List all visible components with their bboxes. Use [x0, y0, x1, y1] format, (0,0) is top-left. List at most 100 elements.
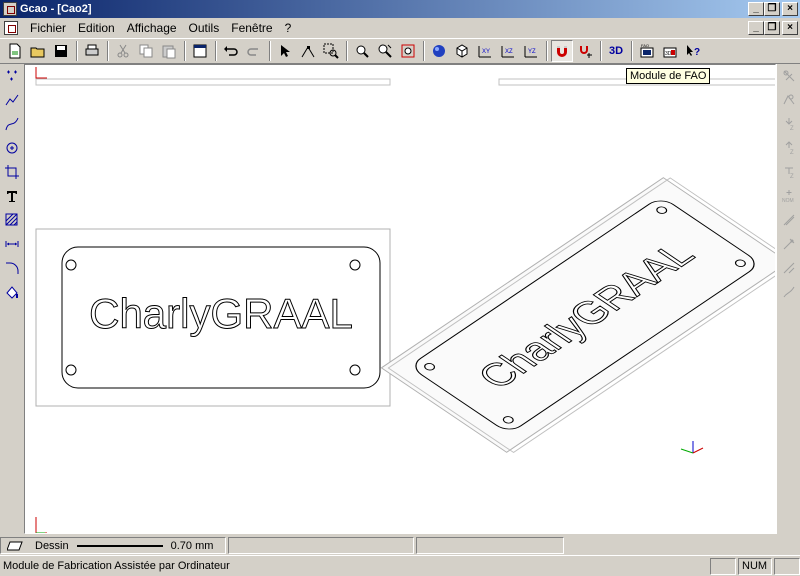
- context-help-icon[interactable]: ?: [682, 40, 704, 62]
- cad-viewport: CharlyGRAAL CharlyGRAAL: [35, 67, 775, 533]
- document-icon[interactable]: [4, 21, 18, 35]
- open-file-button[interactable]: [27, 40, 49, 62]
- line-style-preview: [76, 544, 163, 547]
- line-width-value: 0.70 mm: [170, 539, 214, 552]
- menu-fichier[interactable]: Fichier: [24, 21, 72, 35]
- layer-field[interactable]: Dessin 0.70 mm: [0, 537, 226, 554]
- tool-origin-icon[interactable]: NOM: [777, 184, 800, 208]
- menu-affichage[interactable]: Affichage: [121, 21, 183, 35]
- layer-icon: [7, 541, 23, 550]
- tooltip: Module de FAO: [626, 68, 711, 84]
- plate-text-2d: CharlyGRAAL: [89, 290, 353, 337]
- tool-plunge-z-icon[interactable]: Z: [777, 160, 800, 184]
- curve-tool-icon[interactable]: [0, 112, 24, 136]
- dimension-tool-icon[interactable]: [0, 232, 24, 256]
- restore-button[interactable]: ❐: [764, 2, 780, 16]
- plate-3d-view: CharlyGRAAL: [380, 177, 775, 454]
- text-tool-icon[interactable]: [0, 184, 24, 208]
- svg-text:Z: Z: [790, 126, 794, 132]
- contour-tool-icon[interactable]: [777, 88, 800, 112]
- zoom-extents-icon[interactable]: [397, 40, 419, 62]
- status-field-2: [228, 537, 414, 554]
- view-xy-icon[interactable]: XY: [474, 40, 496, 62]
- view-3d-button[interactable]: 3D: [605, 40, 627, 62]
- fao-3d-button[interactable]: 3D: [659, 40, 681, 62]
- paste-icon[interactable]: [158, 40, 180, 62]
- svg-text:YZ: YZ: [528, 49, 536, 55]
- minimize-button[interactable]: _: [748, 2, 764, 16]
- render-sphere-icon[interactable]: [428, 40, 450, 62]
- menu-bar: Fichier Edition Affichage Outils Fenêtre…: [0, 18, 800, 38]
- pocket-tool-icon[interactable]: [777, 64, 800, 88]
- fao-toolbar: Z Z Z NOM: [776, 64, 800, 534]
- caps-indicator: [710, 557, 736, 575]
- save-button[interactable]: [50, 40, 72, 62]
- menu-outils[interactable]: Outils: [183, 21, 226, 35]
- hatch-tool-icon[interactable]: [0, 208, 24, 232]
- engrave-tool-icon[interactable]: [777, 208, 800, 232]
- status-field-3: [416, 537, 564, 554]
- draw-toolbar: [0, 64, 24, 534]
- axis-marker-bottom: [35, 517, 47, 533]
- menu-fenetre[interactable]: Fenêtre: [225, 21, 278, 35]
- crop-tool-icon[interactable]: [0, 160, 24, 184]
- fao-module-button[interactable]: FAO: [636, 40, 658, 62]
- scroll-indicator: [774, 557, 800, 575]
- spline-tool-icon[interactable]: [777, 280, 800, 304]
- fill-tool-icon[interactable]: [0, 280, 24, 304]
- drawing-canvas[interactable]: CharlyGRAAL CharlyGRAAL: [24, 64, 776, 534]
- select-arrow-icon[interactable]: [274, 40, 296, 62]
- svg-text:Z: Z: [790, 174, 794, 180]
- node-edit-icon[interactable]: [297, 40, 319, 62]
- doc-close-button[interactable]: ×: [782, 21, 798, 35]
- svg-text:?: ?: [694, 47, 700, 58]
- drill-tool-icon[interactable]: [777, 232, 800, 256]
- zoom-dynamic-icon[interactable]: [374, 40, 396, 62]
- new-file-button[interactable]: [4, 40, 26, 62]
- redo-icon[interactable]: [243, 40, 265, 62]
- doc-restore-button[interactable]: ❐: [764, 21, 780, 35]
- svg-text:XY: XY: [482, 49, 490, 55]
- snap-magnet-icon[interactable]: [551, 40, 573, 62]
- menu-help[interactable]: ?: [279, 21, 298, 35]
- drawing-status-bar: Dessin 0.70 mm: [0, 536, 800, 555]
- top-panel-outline-left: [35, 78, 391, 86]
- status-message: Module de Fabrication Assistée par Ordin…: [3, 560, 230, 572]
- svg-text:XZ: XZ: [505, 49, 513, 55]
- app-icon[interactable]: [3, 2, 17, 16]
- svg-text:3D: 3D: [665, 51, 672, 57]
- polyline-tool-icon[interactable]: [0, 88, 24, 112]
- tool-up-z-icon[interactable]: Z: [777, 136, 800, 160]
- undo-icon[interactable]: [220, 40, 242, 62]
- main-toolbar: XY XZ YZ 3D FAO 3D ?: [0, 38, 800, 64]
- snap-point-icon[interactable]: [574, 40, 596, 62]
- copy-icon[interactable]: [135, 40, 157, 62]
- close-button[interactable]: ×: [782, 2, 798, 16]
- point-tool-icon[interactable]: [0, 64, 24, 88]
- circle-tool-icon[interactable]: [0, 136, 24, 160]
- svg-text:FAO: FAO: [641, 43, 649, 48]
- menu-edition[interactable]: Edition: [72, 21, 121, 35]
- window-title: Gcao - [Cao2]: [20, 3, 92, 15]
- cut-icon[interactable]: [112, 40, 134, 62]
- num-indicator: NUM: [738, 557, 772, 575]
- fillet-tool-icon[interactable]: [0, 256, 24, 280]
- zoom-window-icon[interactable]: [320, 40, 342, 62]
- plate-2d-view: CharlyGRAAL: [35, 228, 391, 407]
- axis-triad: [680, 441, 704, 454]
- path-tool-icon[interactable]: [777, 256, 800, 280]
- doc-minimize-button[interactable]: _: [748, 21, 764, 35]
- main-status-bar: Module de Fabrication Assistée par Ordin…: [0, 555, 800, 576]
- view-yz-icon[interactable]: YZ: [520, 40, 542, 62]
- title-bar: Gcao - [Cao2] _ ❐ ×: [0, 0, 800, 18]
- properties-icon[interactable]: [189, 40, 211, 62]
- svg-text:NOM: NOM: [782, 198, 794, 204]
- print-button[interactable]: [81, 40, 103, 62]
- mode-label: Dessin: [35, 539, 69, 552]
- view-xz-icon[interactable]: XZ: [497, 40, 519, 62]
- tool-down-z-icon[interactable]: Z: [777, 112, 800, 136]
- axis-marker-top: [35, 67, 47, 79]
- svg-text:Z: Z: [790, 150, 794, 156]
- zoom-icon[interactable]: [351, 40, 373, 62]
- box-3d-icon[interactable]: [451, 40, 473, 62]
